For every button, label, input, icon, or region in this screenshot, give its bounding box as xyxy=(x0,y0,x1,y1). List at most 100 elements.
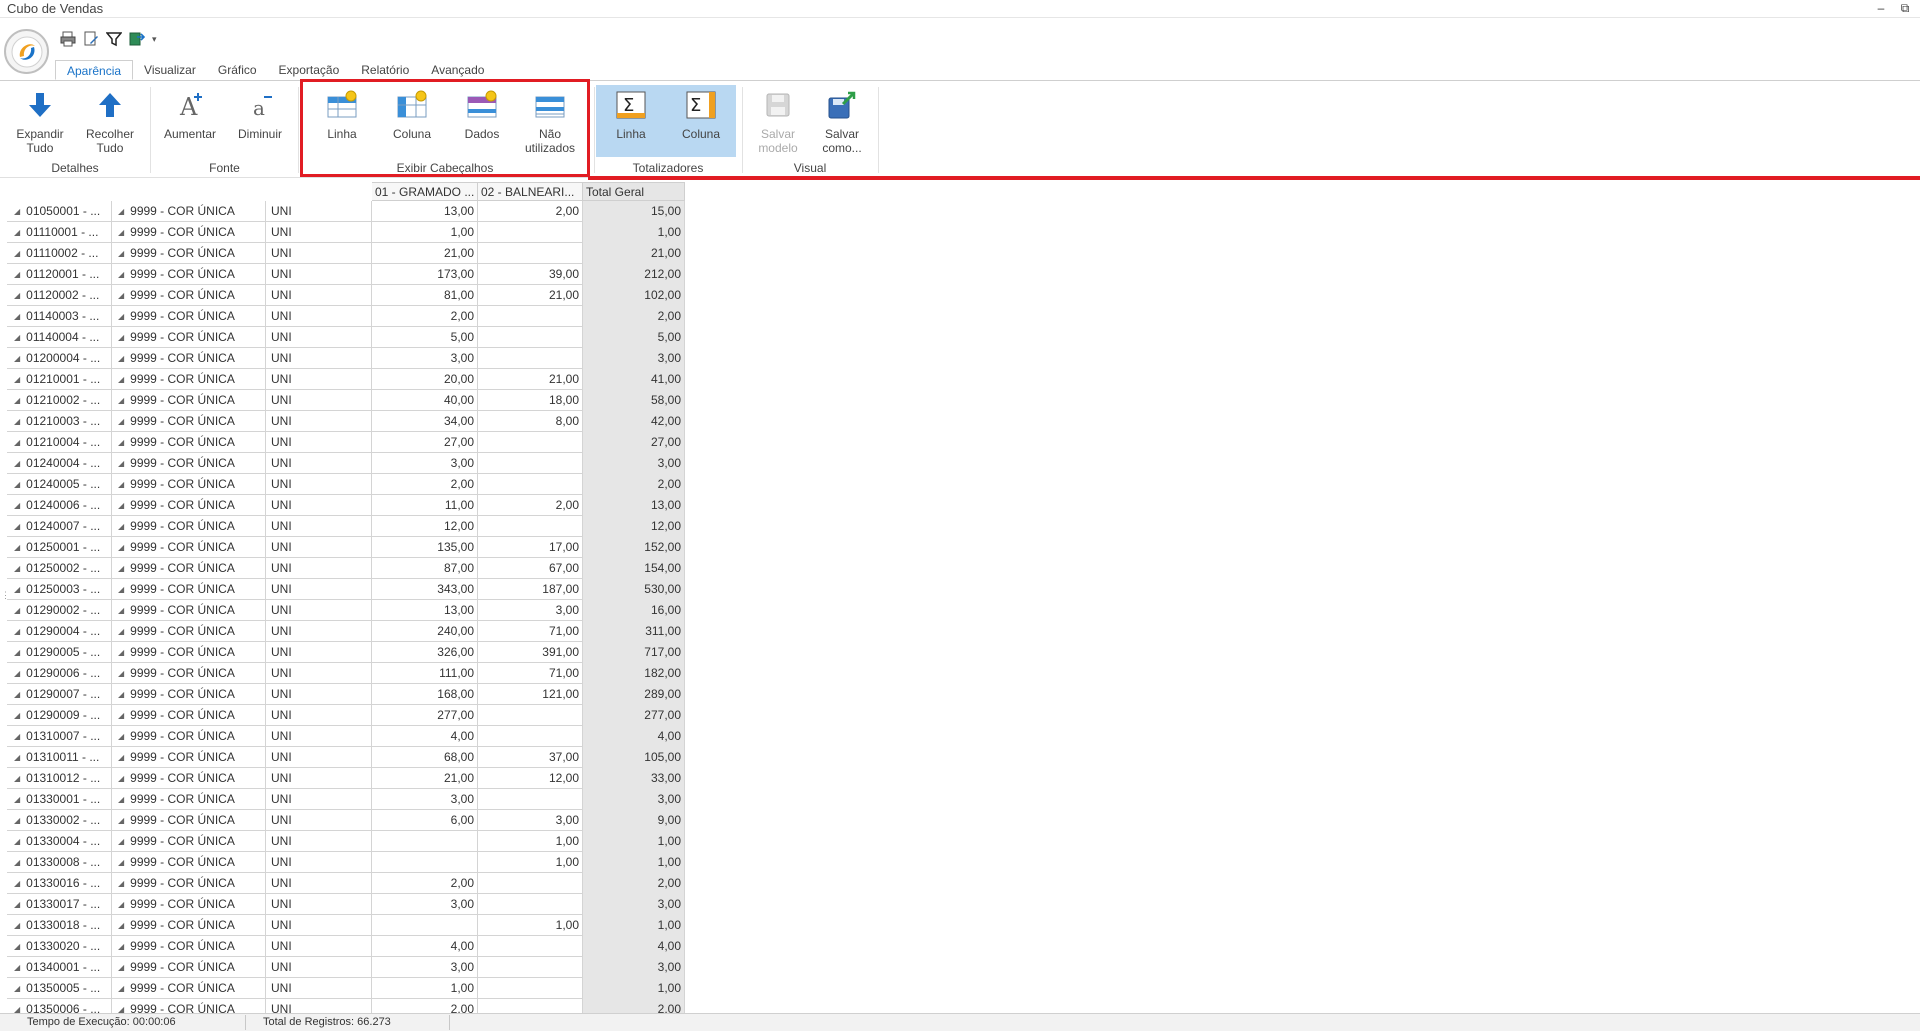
cell-balneario[interactable] xyxy=(478,327,583,348)
cell-balneario[interactable]: 17,00 xyxy=(478,537,583,558)
chevron-down-icon[interactable]: ▾ xyxy=(152,34,160,45)
row-header-cor[interactable]: ◢ 9999 - COR ÚNICA xyxy=(112,621,266,642)
expand-triangle-icon[interactable]: ◢ xyxy=(14,202,20,222)
row-header-produto[interactable]: ◢ 01110001 - ... xyxy=(7,222,112,243)
expand-triangle-icon[interactable]: ◢ xyxy=(118,643,124,663)
row-header-produto[interactable]: ◢ 01310011 - ... xyxy=(7,747,112,768)
cell-balneario[interactable]: 121,00 xyxy=(478,684,583,705)
cell-total-geral[interactable]: 3,00 xyxy=(583,348,685,369)
expand-triangle-icon[interactable]: ◢ xyxy=(118,979,124,999)
cell-total-geral[interactable]: 33,00 xyxy=(583,768,685,789)
row-header-produto[interactable]: ◢ 01350005 - ... xyxy=(7,978,112,999)
cell-gramado[interactable]: 4,00 xyxy=(372,726,478,747)
table-row[interactable]: ◢ 01310012 - ... ◢ 9999 - COR ÚNICA UNI 21,00… xyxy=(7,768,685,789)
row-header-cor[interactable]: ◢ 9999 - COR ÚNICA xyxy=(112,222,266,243)
row-header-produto[interactable]: ◢ 01210004 - ... xyxy=(7,432,112,453)
row-header-produto[interactable]: ◢ 01290006 - ... xyxy=(7,663,112,684)
expand-triangle-icon[interactable]: ◢ xyxy=(14,286,20,306)
cell-total-geral[interactable]: 105,00 xyxy=(583,747,685,768)
cell-balneario[interactable]: 1,00 xyxy=(478,852,583,873)
expand-triangle-icon[interactable]: ◢ xyxy=(14,475,20,495)
row-header-produto[interactable]: ◢ 01290002 - ... xyxy=(7,600,112,621)
row-header-cor[interactable]: ◢ 9999 - COR ÚNICA xyxy=(112,789,266,810)
cell-total-geral[interactable]: 2,00 xyxy=(583,474,685,495)
cell-balneario[interactable]: 2,00 xyxy=(478,201,583,222)
cell-balneario[interactable]: 71,00 xyxy=(478,621,583,642)
expand-triangle-icon[interactable]: ◢ xyxy=(118,454,124,474)
row-header-cor[interactable]: ◢ 9999 - COR ÚNICA xyxy=(112,831,266,852)
cell-gramado[interactable]: 3,00 xyxy=(372,957,478,978)
row-header-produto[interactable]: ◢ 01290009 - ... xyxy=(7,705,112,726)
row-header-cor[interactable]: ◢ 9999 - COR ÚNICA xyxy=(112,243,266,264)
save-as-button[interactable]: Salvar como... xyxy=(812,85,872,157)
row-header-cor[interactable]: ◢ 9999 - COR ÚNICA xyxy=(112,894,266,915)
row-header-produto[interactable]: ◢ 01240004 - ... xyxy=(7,453,112,474)
table-row[interactable]: ◢ 01350006 - ... ◢ 9999 - COR ÚNICA UNI 2,00 2… xyxy=(7,999,685,1014)
cell-total-geral[interactable]: 212,00 xyxy=(583,264,685,285)
row-header-cor[interactable]: ◢ 9999 - COR ÚNICA xyxy=(112,600,266,621)
table-row[interactable]: ◢ 01330020 - ... ◢ 9999 - COR ÚNICA UNI 4,00 4… xyxy=(7,936,685,957)
expand-triangle-icon[interactable]: ◢ xyxy=(14,454,20,474)
cell-balneario[interactable] xyxy=(478,936,583,957)
expand-triangle-icon[interactable]: ◢ xyxy=(118,895,124,915)
table-row[interactable]: ◢ 01330002 - ... ◢ 9999 - COR ÚNICA UNI 6,00 3… xyxy=(7,810,685,831)
cell-total-geral[interactable]: 311,00 xyxy=(583,621,685,642)
expand-triangle-icon[interactable]: ◢ xyxy=(118,580,124,600)
row-header-cor[interactable]: ◢ 9999 - COR ÚNICA xyxy=(112,642,266,663)
row-header-produto[interactable]: ◢ 01140004 - ... xyxy=(7,327,112,348)
cell-balneario[interactable] xyxy=(478,474,583,495)
cell-total-geral[interactable]: 717,00 xyxy=(583,642,685,663)
cell-gramado[interactable]: 68,00 xyxy=(372,747,478,768)
table-row[interactable]: ◢ 01250003 - ... ◢ 9999 - COR ÚNICA UNI 343,0… xyxy=(7,579,685,600)
row-header-cor[interactable]: ◢ 9999 - COR ÚNICA xyxy=(112,264,266,285)
row-header-produto[interactable]: ◢ 01120002 - ... xyxy=(7,285,112,306)
cell-total-geral[interactable]: 1,00 xyxy=(583,222,685,243)
cell-total-geral[interactable]: 154,00 xyxy=(583,558,685,579)
table-row[interactable]: ◢ 01330008 - ... ◢ 9999 - COR ÚNICA UNI 1,00 1… xyxy=(7,852,685,873)
expand-triangle-icon[interactable]: ◢ xyxy=(14,517,20,537)
expand-triangle-icon[interactable]: ◢ xyxy=(118,958,124,978)
row-header-produto[interactable]: ◢ 01050001 - ... xyxy=(7,201,112,222)
expand-triangle-icon[interactable]: ◢ xyxy=(14,853,20,873)
filter-icon[interactable] xyxy=(106,31,122,47)
table-row[interactable]: ◢ 01330001 - ... ◢ 9999 - COR ÚNICA UNI 3,00 3… xyxy=(7,789,685,810)
cell-balneario[interactable] xyxy=(478,789,583,810)
cell-gramado[interactable]: 343,00 xyxy=(372,579,478,600)
table-row[interactable]: ◢ 01250001 - ... ◢ 9999 - COR ÚNICA UNI 135,0… xyxy=(7,537,685,558)
row-totals-toggle[interactable]: Σ Linha xyxy=(596,85,666,157)
tab-visualizar[interactable]: Visualizar xyxy=(133,60,207,80)
expand-triangle-icon[interactable]: ◢ xyxy=(118,1000,124,1014)
row-header-produto[interactable]: ◢ 01310007 - ... xyxy=(7,726,112,747)
cell-balneario[interactable]: 1,00 xyxy=(478,831,583,852)
expand-triangle-icon[interactable]: ◢ xyxy=(118,412,124,432)
tab-grafico[interactable]: Gráfico xyxy=(207,60,268,80)
expand-triangle-icon[interactable]: ◢ xyxy=(14,895,20,915)
decrease-font-button[interactable]: a Diminuir xyxy=(230,85,290,157)
cell-gramado[interactable]: 87,00 xyxy=(372,558,478,579)
increase-font-button[interactable]: A Aumentar xyxy=(160,85,220,157)
cell-gramado[interactable]: 3,00 xyxy=(372,894,478,915)
expand-triangle-icon[interactable]: ◢ xyxy=(14,958,20,978)
save-model-button[interactable]: Salvar modelo xyxy=(748,85,808,157)
cell-total-geral[interactable]: 5,00 xyxy=(583,327,685,348)
expand-triangle-icon[interactable]: ◢ xyxy=(118,664,124,684)
cell-total-geral[interactable]: 3,00 xyxy=(583,453,685,474)
row-header-produto[interactable]: ◢ 01250002 - ... xyxy=(7,558,112,579)
cell-total-geral[interactable]: 2,00 xyxy=(583,873,685,894)
export-icon[interactable] xyxy=(129,31,145,47)
row-header-produto[interactable]: ◢ 01210003 - ... xyxy=(7,411,112,432)
row-header-cor[interactable]: ◢ 9999 - COR ÚNICA xyxy=(112,537,266,558)
cell-balneario[interactable] xyxy=(478,432,583,453)
row-header-produto[interactable]: ◢ 01330002 - ... xyxy=(7,810,112,831)
row-header-cor[interactable]: ◢ 9999 - COR ÚNICA xyxy=(112,684,266,705)
expand-triangle-icon[interactable]: ◢ xyxy=(118,832,124,852)
cell-gramado[interactable]: 3,00 xyxy=(372,789,478,810)
expand-triangle-icon[interactable]: ◢ xyxy=(14,937,20,957)
row-header-cor[interactable]: ◢ 9999 - COR ÚNICA xyxy=(112,705,266,726)
expand-triangle-icon[interactable]: ◢ xyxy=(118,748,124,768)
row-header-cor[interactable]: ◢ 9999 - COR ÚNICA xyxy=(112,936,266,957)
cell-balneario[interactable]: 21,00 xyxy=(478,285,583,306)
cell-gramado[interactable]: 2,00 xyxy=(372,999,478,1014)
cell-gramado[interactable]: 2,00 xyxy=(372,474,478,495)
row-header-cor[interactable]: ◢ 9999 - COR ÚNICA xyxy=(112,726,266,747)
